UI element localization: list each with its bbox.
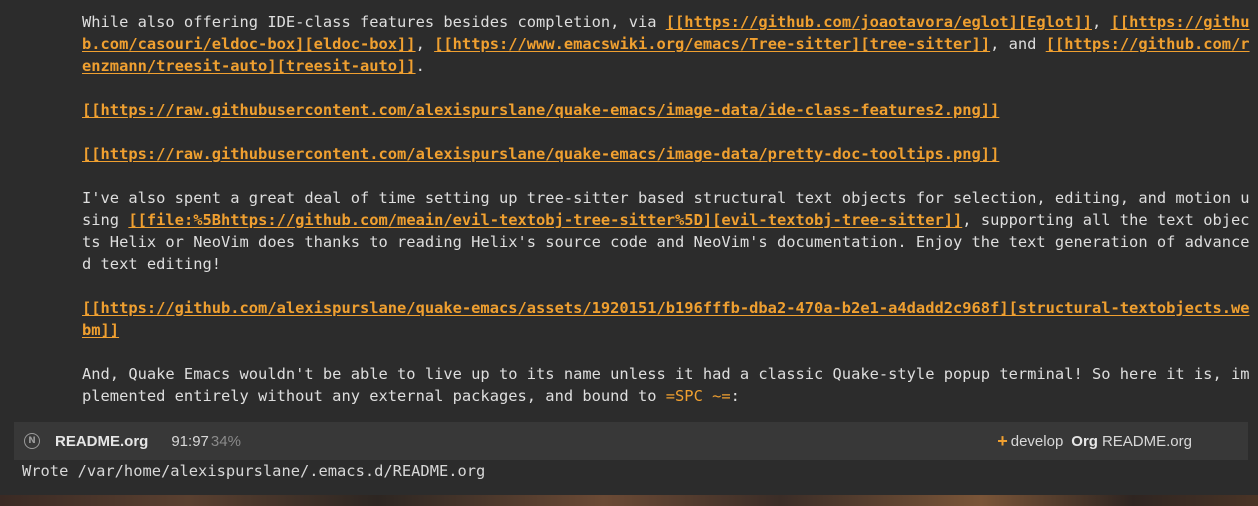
desktop-wallpaper-strip <box>0 495 1258 506</box>
mode-line-left: N README.org 91:97 34% <box>24 422 241 460</box>
video-link-line: [[https://github.com/alexispurslane/quak… <box>82 297 1252 341</box>
vc-branch[interactable]: develop <box>1011 433 1064 450</box>
paragraph-text: , <box>415 35 435 53</box>
paragraph-text: While also offering IDE-class features b… <box>82 13 666 31</box>
paragraph-text: . <box>415 57 425 75</box>
mode-line-right: + develop Org README.org <box>997 422 1192 460</box>
paragraph-text: , and <box>990 35 1046 53</box>
paragraph-textobjects: I've also spent a great deal of time set… <box>82 187 1252 275</box>
mode-line[interactable]: N README.org 91:97 34% + develop Org REA… <box>14 422 1248 460</box>
buffer-name[interactable]: README.org <box>55 433 148 450</box>
major-mode[interactable]: Org <box>1071 433 1098 450</box>
link-ide-class-features-image[interactable]: [[https://raw.githubusercontent.com/alex… <box>82 101 999 119</box>
file-name: README.org <box>1101 432 1192 450</box>
paragraph-ide-features: While also offering IDE-class features b… <box>82 11 1252 77</box>
echo-area-message: Wrote /var/home/alexispurslane/.emacs.d/… <box>22 462 486 480</box>
link-tree-sitter[interactable]: [[https://www.emacswiki.org/emacs/Tree-s… <box>434 35 990 53</box>
paragraph-terminal: And, Quake Emacs wouldn't be able to liv… <box>82 363 1252 407</box>
link-evil-textobj-tree-sitter[interactable]: [[file:%5Bhttps://github.com/meain/evil-… <box>128 211 962 229</box>
link-structural-textobjects-video[interactable]: [[https://github.com/alexispurslane/quak… <box>82 299 1250 339</box>
keybinding-code: =SPC ~= <box>665 387 731 405</box>
emacs-frame: While also offering IDE-class features b… <box>0 0 1258 506</box>
vc-modified-icon: + <box>997 430 1008 451</box>
normal-state-icon: N <box>24 433 40 449</box>
buffer-percent: 34% <box>210 432 241 450</box>
link-eglot[interactable]: [[https://github.com/joaotavora/eglot][E… <box>666 13 1092 31</box>
image-link-line: [[https://raw.githubusercontent.com/alex… <box>82 99 1252 121</box>
image-link-line: [[https://raw.githubusercontent.com/alex… <box>82 143 1252 165</box>
org-buffer-text[interactable]: While also offering IDE-class features b… <box>82 11 1252 407</box>
paragraph-text: , <box>1092 13 1111 31</box>
paragraph-text: : <box>730 387 740 405</box>
link-pretty-doc-tooltips-image[interactable]: [[https://raw.githubusercontent.com/alex… <box>82 145 999 163</box>
cursor-position: 91:97 <box>171 432 209 450</box>
